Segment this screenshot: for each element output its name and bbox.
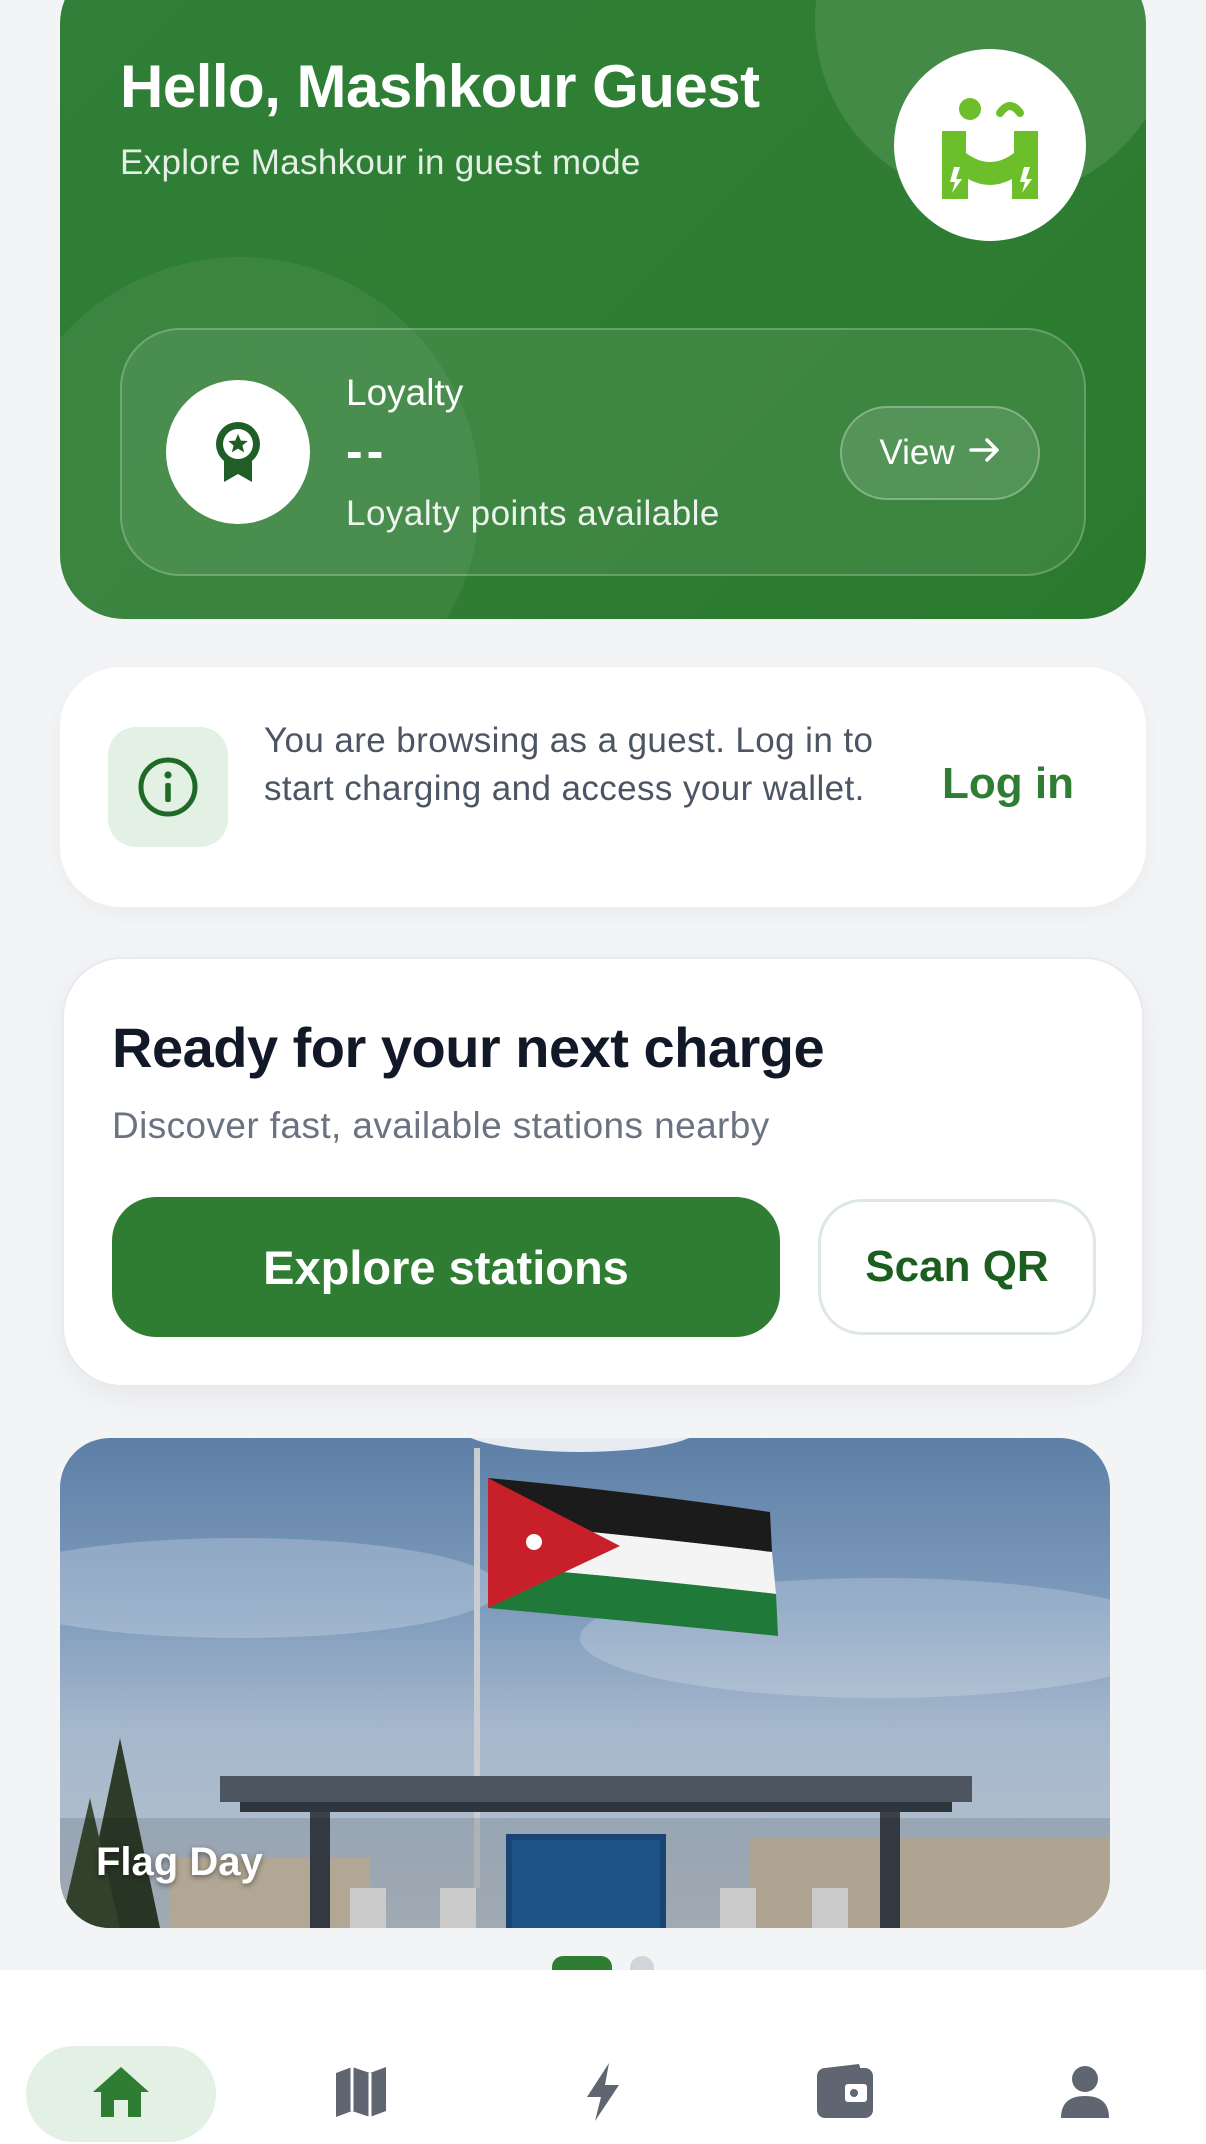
view-button-label: View bbox=[879, 433, 955, 472]
welcome-card: Hello, Mashkour Guest Explore Mashkour i… bbox=[60, 0, 1146, 619]
nav-map[interactable] bbox=[266, 2046, 456, 2142]
guest-notice-text: You are browsing as a guest. Log in to s… bbox=[264, 721, 874, 808]
map-icon bbox=[332, 2063, 390, 2126]
loyalty-points-value: -- bbox=[346, 423, 388, 479]
profile-icon bbox=[1059, 2064, 1111, 2125]
nav-home[interactable] bbox=[26, 2046, 216, 2142]
lightning-icon bbox=[583, 2061, 623, 2128]
greeting-title: Hello, Mashkour Guest bbox=[120, 53, 760, 120]
wallet-icon bbox=[815, 2062, 875, 2127]
scan-qr-button[interactable]: Scan QR bbox=[818, 1199, 1096, 1335]
info-icon bbox=[108, 727, 228, 847]
banner-caption: Flag Day bbox=[96, 1840, 263, 1884]
next-charge-subtitle: Discover fast, available stations nearby bbox=[112, 1105, 770, 1146]
mashkour-logo-icon bbox=[894, 49, 1086, 241]
nav-wallet[interactable] bbox=[750, 2046, 940, 2142]
home-icon bbox=[90, 2064, 152, 2125]
bottom-navigation bbox=[0, 1970, 1206, 2144]
award-icon bbox=[166, 380, 310, 524]
explore-stations-button[interactable]: Explore stations bbox=[112, 1197, 780, 1337]
promo-banner[interactable]: Flag Day bbox=[60, 1438, 1110, 1928]
nav-charge[interactable] bbox=[508, 2046, 698, 2142]
loyalty-panel: Loyalty -- Loyalty points available View bbox=[120, 328, 1086, 576]
next-charge-title: Ready for your next charge bbox=[112, 1016, 825, 1079]
home-screen: Hello, Mashkour Guest Explore Mashkour i… bbox=[0, 0, 1206, 2144]
greeting-subtitle: Explore Mashkour in guest mode bbox=[120, 143, 641, 182]
arrow-right-icon bbox=[968, 433, 1001, 473]
loyalty-label: Loyalty bbox=[346, 372, 464, 413]
guest-notice-card: You are browsing as a guest. Log in to s… bbox=[60, 667, 1146, 907]
nav-profile[interactable] bbox=[990, 2046, 1180, 2142]
next-charge-card: Ready for your next charge Discover fast… bbox=[62, 957, 1144, 1387]
view-loyalty-button[interactable]: View bbox=[840, 406, 1040, 500]
loyalty-caption: Loyalty points available bbox=[346, 494, 720, 533]
login-link[interactable]: Log in bbox=[942, 759, 1074, 809]
